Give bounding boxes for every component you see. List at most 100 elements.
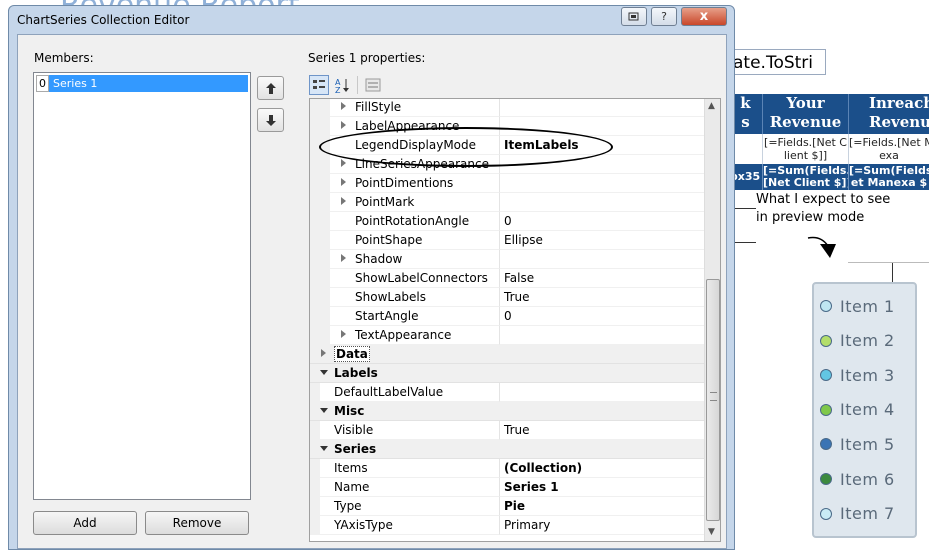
property-row-items[interactable]: Items (Collection) — [310, 459, 704, 478]
table-header-cell[interactable]: Your Revenue — [762, 94, 848, 134]
property-grid-margin — [310, 421, 320, 440]
expand-icon[interactable] — [341, 159, 346, 167]
property-value-cell[interactable]: (Collection) — [499, 459, 704, 478]
property-category-series[interactable]: Series — [310, 440, 704, 459]
property-name-cell[interactable]: ShowLabelConnectors — [310, 269, 499, 288]
property-value-cell[interactable]: False — [499, 269, 704, 288]
property-value-cell[interactable]: Series 1 — [499, 478, 704, 497]
legend-item-label: Item 3 — [840, 365, 895, 385]
property-value-cell[interactable] — [499, 383, 704, 402]
expand-icon[interactable] — [341, 197, 346, 205]
table-total-cell[interactable]: [=Sum(Fields. [Net Client $]) — [762, 164, 848, 190]
remove-button[interactable]: Remove — [145, 511, 249, 535]
property-value-cell[interactable]: True — [499, 288, 704, 307]
property-name-cell[interactable]: StartAngle — [310, 307, 499, 326]
expand-icon[interactable] — [321, 349, 326, 357]
table-cell[interactable]: [=Fields.[Net C lient $]] — [762, 134, 848, 164]
property-row-fillstyle[interactable]: FillStyle — [310, 99, 704, 117]
scrollbar-thumb[interactable] — [706, 279, 720, 521]
legend-item: Item 1 — [820, 294, 895, 318]
move-down-button[interactable] — [257, 108, 284, 132]
property-value-cell[interactable]: True — [499, 421, 704, 440]
collapse-icon[interactable] — [320, 408, 328, 413]
date-expression-textbox[interactable]: ate.ToStri — [726, 49, 826, 75]
property-value-cell[interactable] — [499, 326, 704, 345]
property-name-cell[interactable]: Type — [310, 497, 499, 516]
property-name-cell[interactable]: Name — [310, 478, 499, 497]
legend-item: Item 6 — [820, 467, 895, 491]
property-name-cell[interactable]: Shadow — [310, 250, 499, 269]
restore-icon[interactable] — [621, 7, 647, 26]
dialog-titlebar[interactable]: ChartSeries Collection Editor ? x — [9, 6, 734, 34]
property-row-defaultlabelvalue[interactable]: DefaultLabelValue — [310, 383, 704, 402]
close-button[interactable]: x — [681, 7, 727, 26]
property-row-textappearance[interactable]: TextAppearance — [310, 326, 704, 345]
property-name-cell[interactable]: Items — [310, 459, 499, 478]
legend-swatch-icon — [820, 403, 832, 416]
property-value-cell[interactable] — [499, 250, 704, 269]
table-header-cell[interactable]: Inreach Revenue — [848, 94, 929, 134]
property-row-type[interactable]: Type Pie — [310, 497, 704, 516]
property-grid-margin — [310, 288, 330, 307]
legend-item-label: Item 1 — [840, 296, 895, 316]
property-name-cell[interactable]: PointRotationAngle — [310, 212, 499, 231]
property-row-pointshape[interactable]: PointShape Ellipse — [310, 231, 704, 250]
collapse-icon[interactable] — [320, 370, 328, 375]
property-value-cell[interactable] — [499, 99, 704, 117]
list-item[interactable]: 0 Series 1 — [36, 75, 248, 92]
legend-swatch-icon — [820, 334, 832, 347]
property-name-cell[interactable]: FillStyle — [310, 99, 499, 117]
property-value-cell[interactable] — [499, 193, 704, 212]
scroll-down-icon[interactable]: ▼ — [708, 527, 715, 537]
add-button[interactable]: Add — [33, 511, 137, 535]
property-row-pointrotationangle[interactable]: PointRotationAngle 0 — [310, 212, 704, 231]
property-row-name[interactable]: Name Series 1 — [310, 478, 704, 497]
collapse-icon[interactable] — [320, 446, 328, 451]
property-row-yaxistype[interactable]: YAxisType Primary — [310, 516, 704, 535]
property-pages-icon[interactable] — [363, 75, 383, 95]
property-name-cell[interactable]: PointMark — [310, 193, 499, 212]
members-list[interactable]: 0 Series 1 — [33, 72, 251, 500]
property-row-pointmark[interactable]: PointMark — [310, 193, 704, 212]
property-row-shadow[interactable]: Shadow — [310, 250, 704, 269]
expand-icon[interactable] — [341, 121, 346, 129]
property-name-cell[interactable]: Visible — [310, 421, 499, 440]
property-value-cell[interactable]: Primary — [499, 516, 704, 535]
expand-icon[interactable] — [341, 102, 346, 110]
table-cell[interactable]: [=Fields.[Net M exa — [848, 134, 929, 164]
alphabetical-icon[interactable]: AZ — [333, 75, 353, 95]
move-up-button[interactable] — [257, 76, 284, 100]
property-row-startangle[interactable]: StartAngle 0 — [310, 307, 704, 326]
property-name-cell[interactable]: PointDimentions — [310, 174, 499, 193]
property-value-cell[interactable] — [499, 174, 704, 193]
property-grid-margin — [310, 516, 320, 535]
expand-icon[interactable] — [341, 178, 346, 186]
table-total-cell[interactable]: [=Sum(Fields. et Manexa $ — [848, 164, 929, 190]
property-name: FillStyle — [355, 100, 402, 114]
property-category-labels[interactable]: Labels — [310, 364, 704, 383]
property-row-showlabels[interactable]: ShowLabels True — [310, 288, 704, 307]
property-category-misc[interactable]: Misc — [310, 402, 704, 421]
svg-text:Z: Z — [335, 86, 341, 93]
property-value-cell[interactable]: 0 — [499, 212, 704, 231]
property-name-cell[interactable]: DefaultLabelValue — [310, 383, 499, 402]
property-value-cell[interactable]: 0 — [499, 307, 704, 326]
table-header-row: k s Your Revenue Inreach Revenue — [728, 94, 929, 134]
scroll-up-icon[interactable]: ▲ — [708, 101, 715, 111]
help-button[interactable]: ? — [651, 7, 677, 26]
expand-icon[interactable] — [341, 254, 346, 262]
property-value-cell[interactable]: Pie — [499, 497, 704, 516]
property-category-data[interactable]: Data — [310, 345, 704, 364]
property-name-cell[interactable]: PointShape — [310, 231, 499, 250]
property-name-cell[interactable]: YAxisType — [310, 516, 499, 535]
property-value-cell[interactable]: Ellipse — [499, 231, 704, 250]
property-name-cell[interactable]: ShowLabels — [310, 288, 499, 307]
categorized-icon[interactable] — [309, 75, 329, 95]
property-row-pointdimentions[interactable]: PointDimentions — [310, 174, 704, 193]
expand-icon[interactable] — [341, 330, 346, 338]
property-row-showlabelconnectors[interactable]: ShowLabelConnectors False — [310, 269, 704, 288]
property-row-visible[interactable]: Visible True — [310, 421, 704, 440]
property-grid-scrollbar[interactable]: ▲ ▼ — [704, 99, 720, 541]
property-category-label: Misc — [334, 404, 365, 418]
property-name-cell[interactable]: TextAppearance — [310, 326, 499, 345]
